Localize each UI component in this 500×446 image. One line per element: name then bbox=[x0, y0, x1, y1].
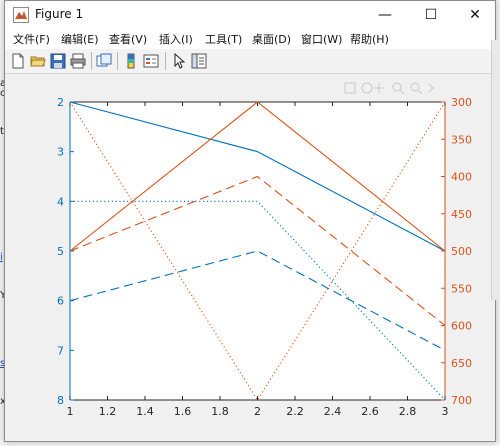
right-y-tick-label: 350 bbox=[451, 133, 472, 146]
x-tick-label: 1.4 bbox=[136, 405, 154, 418]
x-tick-label: 1.2 bbox=[99, 405, 117, 418]
line-chart: 1 1.2 1.4 1.6 1.8 2 2.2 2.4 2.6 2.8 3 2 3 4 5 6 7 8 300 350… bbox=[57, 96, 472, 418]
right-y-tick-label: 450 bbox=[451, 208, 472, 221]
x-tick-label: 1 bbox=[67, 405, 74, 418]
x-tick-label: 2.4 bbox=[324, 405, 342, 418]
x-tick-label: 2 bbox=[254, 405, 261, 418]
right-y-tick-label: 300 bbox=[451, 96, 472, 109]
right-y-tick-label: 400 bbox=[451, 171, 472, 184]
x-tick-label: 3 bbox=[442, 405, 449, 418]
left-y-tick-label: 7 bbox=[57, 344, 64, 357]
x-tick-label: 1.8 bbox=[211, 405, 229, 418]
x-tick-label: 1.6 bbox=[174, 405, 192, 418]
x-tick-label: 2.2 bbox=[286, 405, 304, 418]
left-y-tick-label: 2 bbox=[57, 96, 64, 109]
left-y-tick-label: 4 bbox=[57, 195, 64, 208]
left-y-tick-label: 8 bbox=[57, 394, 64, 407]
right-y-tick-label: 600 bbox=[451, 320, 472, 333]
right-y-tick-label: 550 bbox=[451, 282, 472, 295]
x-tick-label: 2.6 bbox=[361, 405, 379, 418]
right-y-tick-label: 700 bbox=[451, 394, 472, 407]
x-tick-label: 2.8 bbox=[399, 405, 417, 418]
plot-area bbox=[70, 102, 445, 400]
left-y-tick-label: 6 bbox=[57, 295, 64, 308]
left-y-tick-label: 5 bbox=[57, 245, 64, 258]
left-y-tick-label: 3 bbox=[57, 146, 64, 159]
right-y-tick-label: 500 bbox=[451, 245, 472, 258]
right-y-tick-label: 650 bbox=[451, 357, 472, 370]
